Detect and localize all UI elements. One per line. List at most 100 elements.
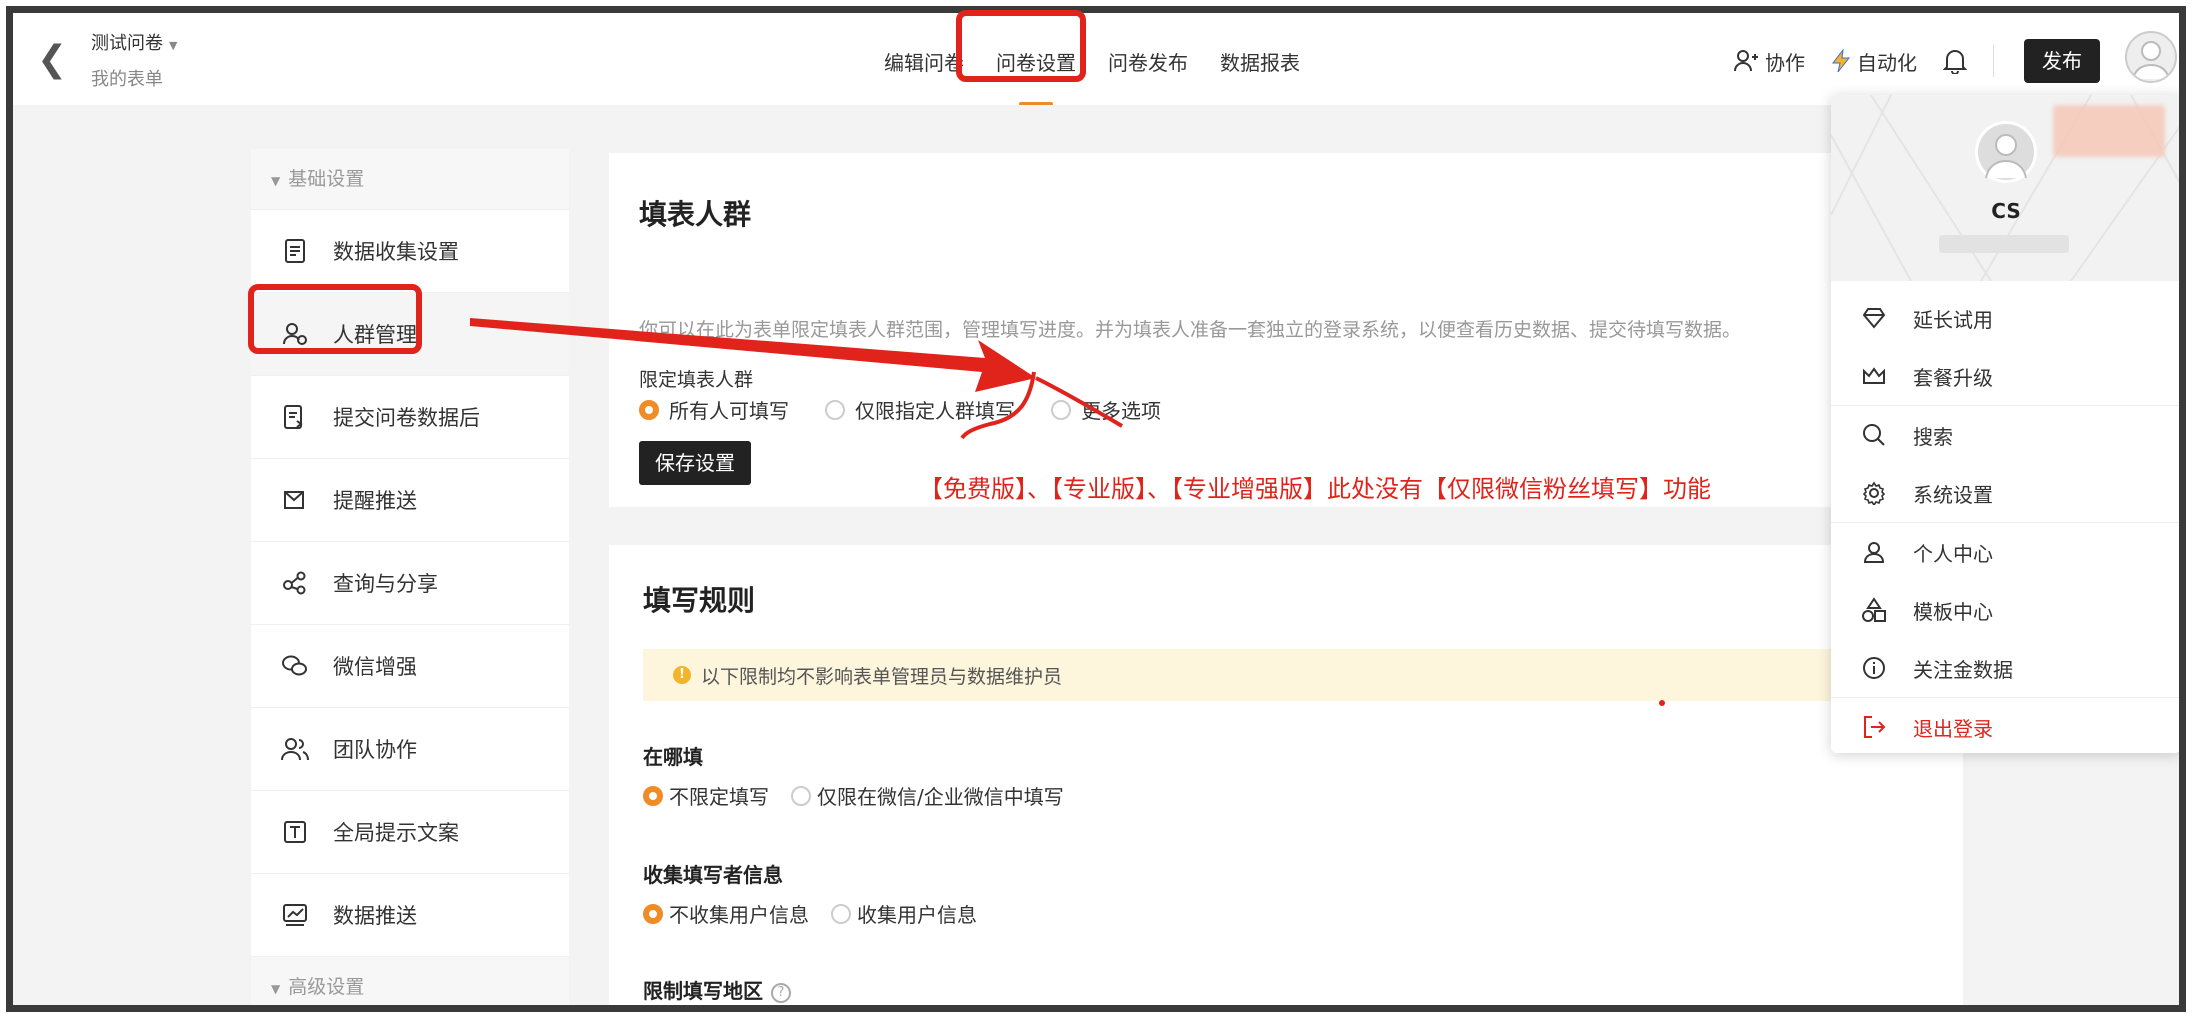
sidebar-item-wechat[interactable]: 微信增强 (251, 625, 569, 708)
publish-button[interactable]: 发布 (2024, 39, 2100, 83)
option-label: 收集用户信息 (857, 903, 977, 927)
sidebar-item-label: 查询与分享 (333, 572, 438, 596)
tab-reports[interactable]: 数据报表 (1204, 43, 1316, 83)
automation-button[interactable]: 自动化 (1831, 41, 1917, 81)
radio-selected[interactable] (643, 785, 663, 806)
automation-label: 自动化 (1857, 50, 1917, 75)
document-arrow-icon (281, 403, 309, 431)
option-unlimited[interactable]: 不限定填写 (643, 781, 769, 810)
add-user-icon (1734, 50, 1758, 72)
user-avatar-icon (1985, 134, 2027, 179)
limit-audience-label: 限定填表人群 (639, 369, 754, 391)
option-no-collect[interactable]: 不收集用户信息 (643, 899, 809, 928)
sidebar-item-global-tips[interactable]: 全局提示文案 (251, 791, 569, 874)
screenshot-frame: ❮ 测试问卷 ▼ 我的表单 编辑问卷 问卷设置 问卷发布 数据报表 协作 自动化 (6, 6, 2186, 1012)
option-specified[interactable]: 仅限指定人群填写 (825, 395, 1015, 424)
group-basic-label: 基础设置 (288, 168, 365, 190)
divider (1993, 45, 1994, 77)
save-settings-button[interactable]: 保存设置 (639, 441, 751, 485)
sidebar-item-reminder[interactable]: 提醒推送 (251, 459, 569, 542)
shapes-icon (1861, 597, 1887, 623)
redacted-info (1939, 235, 2069, 253)
warning-icon: ! (673, 666, 691, 684)
sidebar-item-after-submit[interactable]: 提交问卷数据后 (251, 376, 569, 459)
sidebar-item-label: 微信增强 (333, 655, 417, 679)
triangle-down-icon: ▼ (271, 174, 281, 188)
option-label: 不限定填写 (669, 785, 769, 809)
breadcrumb-my-forms[interactable]: 我的表单 (91, 65, 163, 91)
user-dropdown-menu: CS 延长试用 套餐升级 搜索 系统设置 个人中心 模板中心 关注金数据 退出登… (1831, 95, 2179, 753)
menu-personal-center[interactable]: 个人中心 (1831, 523, 2179, 581)
option-more[interactable]: 更多选项 (1051, 395, 1161, 424)
redacted-badge (2053, 105, 2165, 157)
info-banner-text: 以下限制均不影响表单管理员与数据维护员 (701, 665, 1063, 688)
option-everyone[interactable]: 所有人可填写 (639, 395, 789, 424)
option-label: 更多选项 (1081, 399, 1161, 423)
collect-info-label: 收集填写者信息 (643, 863, 783, 887)
radio-selected[interactable] (643, 903, 663, 924)
header-tools: 协作 自动化 发布 (1733, 39, 2100, 83)
sidebar-highlight-box (248, 284, 422, 354)
region-limit-label: 限制填写地区? (643, 975, 791, 1004)
tab-publish[interactable]: 问卷发布 (1092, 43, 1204, 83)
menu-logout[interactable]: 退出登录 (1831, 698, 2179, 753)
crown-icon (1861, 363, 1887, 389)
option-label: 所有人可填写 (669, 399, 789, 423)
option-collect[interactable]: 收集用户信息 (831, 899, 977, 928)
share-icon (281, 569, 309, 597)
menu-label: 关注金数据 (1913, 657, 2013, 682)
text-box-icon (281, 818, 309, 846)
audience-title: 填表人群 (639, 198, 752, 231)
option-label: 仅限指定人群填写 (855, 399, 1015, 423)
collect-options: 不收集用户信息 收集用户信息 (643, 899, 999, 928)
menu-system-settings[interactable]: 系统设置 (1831, 464, 2179, 522)
menu-template-center[interactable]: 模板中心 (1831, 581, 2179, 639)
sidebar-item-query-share[interactable]: 查询与分享 (251, 542, 569, 625)
sidebar-item-team[interactable]: 团队协作 (251, 708, 569, 791)
menu-extend-trial[interactable]: 延长试用 (1831, 289, 2179, 347)
menu-label: 个人中心 (1913, 541, 1993, 566)
caret-down-icon: ▼ (169, 39, 178, 52)
sidebar-item-label: 数据收集设置 (333, 240, 459, 264)
menu-label: 搜索 (1913, 424, 1953, 449)
radio-unselected[interactable] (1051, 399, 1071, 420)
region-limit-text: 限制填写地区 (643, 979, 763, 1003)
menu-follow[interactable]: 关注金数据 (1831, 639, 2179, 697)
help-icon[interactable]: ? (771, 982, 791, 1003)
avatar[interactable] (2125, 31, 2177, 83)
info-banner: ! 以下限制均不影响表单管理员与数据维护员 (643, 649, 1913, 701)
chevron-left-icon[interactable]: ❮ (37, 39, 67, 80)
settings-sidebar: ▼ 基础设置 数据收集设置 人群管理 提交问卷数据后 提醒推送 查询与分享 微信… (251, 149, 569, 1005)
diamond-icon (1861, 305, 1887, 331)
collab-label: 协作 (1765, 50, 1805, 75)
menu-search[interactable]: 搜索 (1831, 406, 2179, 464)
search-icon (1861, 422, 1887, 448)
avatar (1975, 121, 2037, 183)
annotation-note: 【免费版】、【专业版】、【专业增强版】此处没有【仅限微信粉丝填写】功能 (919, 475, 1711, 503)
sidebar-item-data-push[interactable]: 数据推送 (251, 874, 569, 957)
audience-card: 填表人群 你可以在此为表单限定填表人群范围，管理填写进度。并为填表人准备一套独立… (609, 153, 1963, 507)
chart-box-icon (281, 901, 309, 929)
bell-icon (1943, 50, 1967, 74)
notification-button[interactable] (1943, 41, 1967, 81)
option-wechat-only[interactable]: 仅限在微信/企业微信中填写 (791, 781, 1064, 810)
group-advanced-settings[interactable]: ▼ 高级设置 (251, 957, 569, 1005)
gear-icon (1861, 480, 1887, 506)
sidebar-item-label: 数据推送 (333, 904, 417, 928)
document-icon (281, 237, 309, 265)
group-basic-settings[interactable]: ▼ 基础设置 (251, 149, 569, 210)
radio-unselected[interactable] (825, 399, 845, 420)
menu-upgrade-plan[interactable]: 套餐升级 (1831, 347, 2179, 405)
sidebar-item-label: 提交问卷数据后 (333, 406, 480, 430)
form-title[interactable]: 测试问卷 ▼ (91, 29, 177, 55)
sidebar-item-label: 全局提示文案 (333, 821, 459, 845)
radio-selected[interactable] (639, 399, 659, 420)
radio-unselected[interactable] (831, 903, 851, 924)
send-icon (281, 486, 309, 514)
radio-unselected[interactable] (791, 785, 811, 806)
user-avatar-icon (2132, 41, 2170, 80)
sidebar-item-label: 团队协作 (333, 738, 417, 762)
sidebar-item-data-collection[interactable]: 数据收集设置 (251, 210, 569, 293)
collab-button[interactable]: 协作 (1733, 41, 1805, 81)
lightning-icon (1831, 49, 1851, 73)
